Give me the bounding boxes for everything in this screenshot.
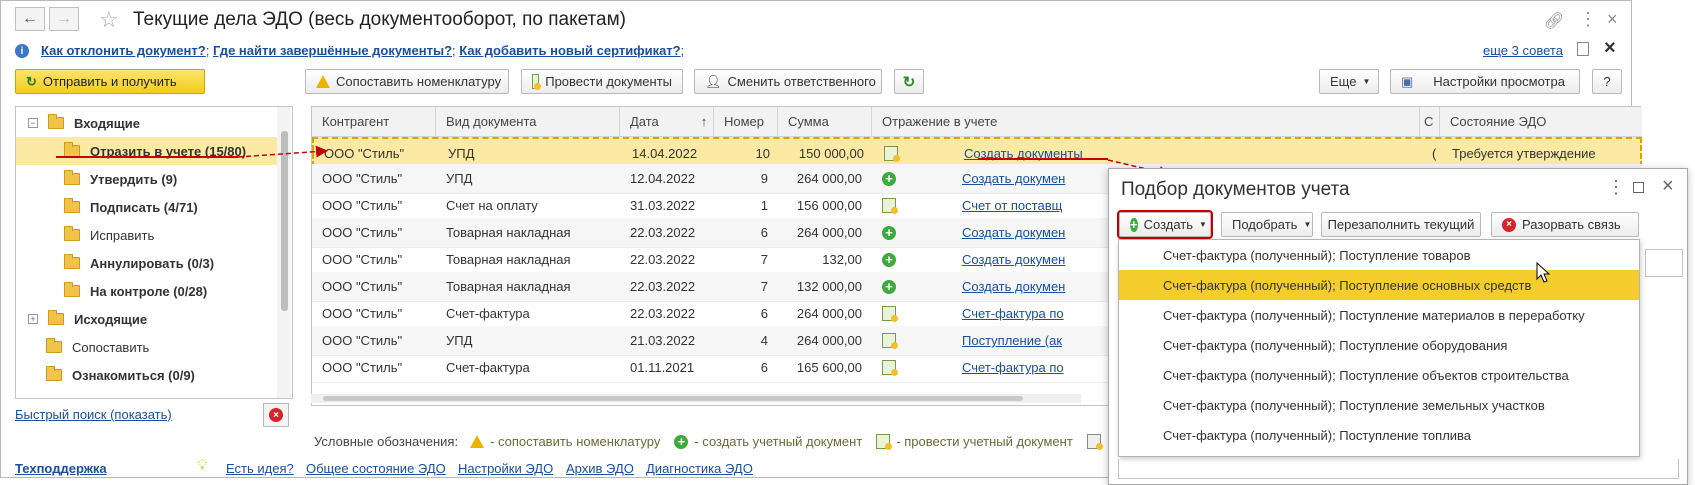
menu-item-land[interactable]: Счет-фактура (полученный); Поступление з… bbox=[1119, 390, 1639, 420]
close-icon[interactable]: × bbox=[1662, 175, 1674, 198]
mouse-cursor-icon bbox=[1536, 262, 1550, 283]
dialog-title: Подбор документов учета bbox=[1121, 179, 1350, 200]
refill-current-button[interactable]: Перезаполнить текущий bbox=[1321, 212, 1481, 237]
select-documents-dialog: Подбор документов учета ⋮ × + Создать ▼ … bbox=[1108, 168, 1688, 485]
break-link-icon: × bbox=[1502, 217, 1516, 232]
underlying-field bbox=[1645, 249, 1683, 277]
create-button[interactable]: + Создать ▼ bbox=[1117, 210, 1213, 239]
menu-item-fuel[interactable]: Счет-фактура (полученный); Поступление т… bbox=[1119, 420, 1639, 450]
arrow-annotation bbox=[237, 145, 328, 158]
menu-item-equipment[interactable]: Счет-фактура (полученный); Поступление о… bbox=[1119, 330, 1639, 360]
menu-item-goods[interactable]: Счет-фактура (полученный); Поступление т… bbox=[1119, 240, 1639, 270]
plus-circle-icon: + bbox=[1130, 216, 1138, 232]
maximize-icon[interactable] bbox=[1633, 182, 1644, 193]
select-button[interactable]: Подобрать ▼ bbox=[1221, 212, 1313, 237]
chevron-down-icon: ▼ bbox=[1303, 220, 1312, 229]
menu-item-construction[interactable]: Счет-фактура (полученный); Поступление о… bbox=[1119, 360, 1639, 390]
underlying-list bbox=[1118, 459, 1679, 479]
more-vertical-icon[interactable]: ⋮ bbox=[1607, 177, 1625, 198]
menu-item-fixed-assets[interactable]: Счет-фактура (полученный); Поступление о… bbox=[1119, 270, 1639, 300]
menu-item-materials[interactable]: Счет-фактура (полученный); Поступление м… bbox=[1119, 300, 1639, 330]
chevron-down-icon: ▼ bbox=[1199, 220, 1207, 229]
create-dropdown-menu: Счет-фактура (полученный); Поступление т… bbox=[1118, 239, 1640, 457]
break-link-button[interactable]: × Разорвать связь bbox=[1491, 212, 1639, 237]
